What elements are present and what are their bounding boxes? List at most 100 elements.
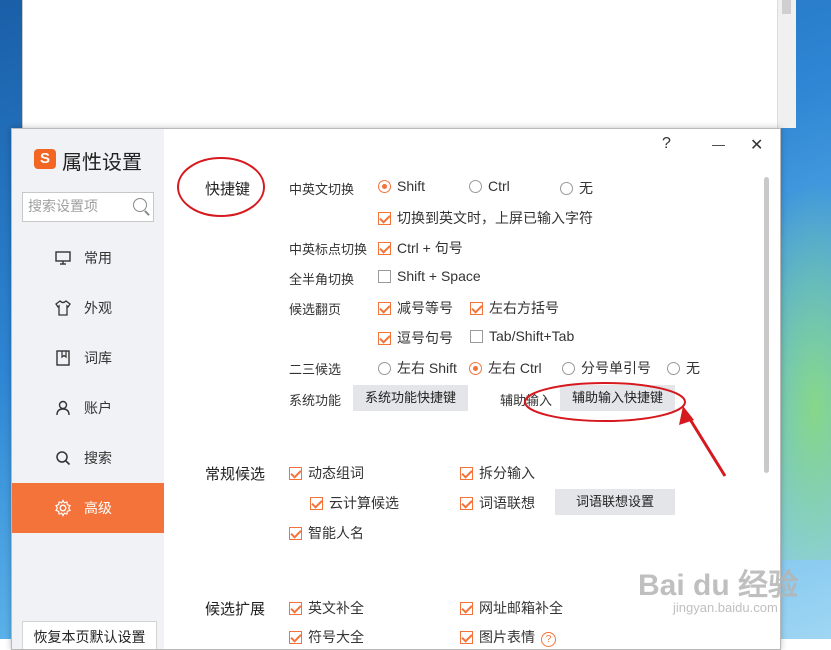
monitor-icon: [55, 251, 71, 265]
system-function-label: 系统功能: [289, 393, 342, 408]
checkbox-checked-icon: [460, 602, 473, 615]
tshirt-icon: [55, 300, 71, 316]
checkbox-icon: [378, 270, 391, 283]
sidebar-item-label: 外观: [84, 300, 112, 316]
option-label: 左右方括号: [489, 300, 559, 316]
minus-equal-checkbox[interactable]: 减号等号: [378, 298, 453, 318]
option-label: Tab/Shift+Tab: [489, 328, 575, 344]
checkbox-checked-icon: [378, 212, 391, 225]
option-label: 动态组词: [308, 465, 364, 481]
minimize-button[interactable]: —: [712, 137, 725, 152]
second-third-none-radio[interactable]: 无: [667, 358, 700, 378]
background-window-scrollbar[interactable]: [777, 0, 796, 128]
page-flip-label: 候选翻页: [289, 302, 342, 317]
search-settings-box[interactable]: [22, 192, 154, 222]
option-label: 智能人名: [308, 525, 364, 541]
commit-on-switch-checkbox[interactable]: 切换到英文时，上屏已输入字符: [378, 208, 593, 228]
candidates-section-title: 常规候选: [205, 466, 266, 483]
option-label: 英文补全: [308, 600, 364, 616]
dynamic-word-checkbox[interactable]: 动态组词: [289, 463, 364, 483]
system-hotkeys-button[interactable]: 系统功能快捷键: [353, 385, 469, 411]
option-label: 左右 Shift: [397, 360, 457, 376]
checkbox-icon: [470, 330, 483, 343]
cloud-candidate-checkbox[interactable]: 云计算候选: [310, 493, 399, 513]
option-label: Shift: [397, 178, 426, 194]
option-label: 云计算候选: [329, 495, 399, 511]
option-label: 网址邮箱补全: [479, 600, 563, 616]
sidebar-item-dictionary[interactable]: 词库: [12, 333, 164, 383]
search-settings-input[interactable]: [23, 193, 128, 219]
checkbox-checked-icon: [289, 527, 302, 540]
help-question-icon[interactable]: ?: [541, 632, 556, 647]
option-label: 切换到英文时，上屏已输入字符: [397, 210, 593, 226]
sidebar-item-account[interactable]: 账户: [12, 383, 164, 433]
expansion-section-title: 候选扩展: [205, 601, 266, 618]
semicolon-quote-radio[interactable]: 分号单引号: [562, 358, 651, 378]
search-icon[interactable]: [133, 198, 147, 212]
option-label: 减号等号: [397, 300, 453, 316]
radio-icon: [378, 362, 391, 375]
search-icon: [56, 451, 71, 466]
option-label: Ctrl: [488, 178, 510, 194]
radio-selected-icon: [469, 362, 482, 375]
radio-icon: [469, 180, 482, 193]
radio-icon: [667, 362, 680, 375]
background-scroll-thumb[interactable]: [782, 0, 791, 14]
background-window: [22, 0, 796, 128]
checkbox-checked-icon: [460, 631, 473, 644]
brackets-checkbox[interactable]: 左右方括号: [470, 298, 559, 318]
restore-defaults-button[interactable]: 恢复本页默认设置: [22, 621, 157, 649]
fullwidth-switch-label: 全半角切换: [289, 272, 355, 287]
left-right-ctrl-radio[interactable]: 左右 Ctrl: [469, 358, 542, 378]
option-label: 符号大全: [308, 629, 364, 645]
option-label: 分号单引号: [581, 360, 651, 376]
option-label: 无: [579, 180, 593, 196]
assist-hotkeys-button[interactable]: 辅助输入快捷键: [560, 385, 676, 411]
option-label: 拆分输入: [479, 465, 535, 481]
sidebar-item-search[interactable]: 搜索: [12, 433, 164, 483]
sidebar-item-common[interactable]: 常用: [12, 233, 164, 283]
checkbox-checked-icon: [289, 602, 302, 615]
option-label: 逗号句号: [397, 330, 453, 346]
shift-space-checkbox[interactable]: Shift + Space: [378, 268, 481, 284]
cn-en-ctrl-radio[interactable]: Ctrl: [469, 178, 510, 194]
sogou-logo-icon: S: [34, 149, 56, 169]
radio-icon: [560, 182, 573, 195]
sidebar-item-advanced[interactable]: 高级: [12, 483, 164, 533]
url-email-complete-checkbox[interactable]: 网址邮箱补全: [460, 598, 563, 618]
sidebar-item-appearance[interactable]: 外观: [12, 283, 164, 333]
content-scrollbar[interactable]: [764, 177, 769, 473]
sidebar-item-label: 词库: [84, 350, 112, 366]
checkbox-checked-icon: [378, 242, 391, 255]
cn-en-none-radio[interactable]: 无: [560, 178, 593, 198]
sidebar-item-label: 常用: [84, 250, 112, 266]
image-emoji-checkbox[interactable]: 图片表情?: [460, 627, 556, 647]
book-icon: [56, 350, 70, 366]
option-label: 词语联想: [479, 495, 535, 511]
word-assoc-settings-button[interactable]: 词语联想设置: [555, 489, 675, 515]
cn-en-switch-label: 中英文切换: [289, 182, 355, 197]
radio-icon: [562, 362, 575, 375]
option-label: Shift + Space: [397, 268, 481, 284]
english-complete-checkbox[interactable]: 英文补全: [289, 598, 364, 618]
symbol-collection-checkbox[interactable]: 符号大全: [289, 627, 364, 647]
option-label: 无: [686, 360, 700, 376]
smart-name-checkbox[interactable]: 智能人名: [289, 523, 364, 543]
cn-en-shift-radio[interactable]: Shift: [378, 178, 425, 194]
sidebar: S 属性设置 常用 外观 词库 账户 搜索 高级 恢复: [12, 129, 164, 649]
help-button[interactable]: ?: [662, 135, 671, 153]
tab-shift-tab-checkbox[interactable]: Tab/Shift+Tab: [470, 328, 574, 344]
ctrl-period-checkbox[interactable]: Ctrl + 句号: [378, 238, 463, 258]
baidu-watermark: Bai du 经验: [638, 569, 799, 602]
comma-period-checkbox[interactable]: 逗号句号: [378, 328, 453, 348]
checkbox-checked-icon: [289, 631, 302, 644]
user-icon: [56, 400, 70, 416]
option-label: 图片表情: [479, 629, 535, 645]
close-button[interactable]: ✕: [750, 135, 763, 155]
word-assoc-checkbox[interactable]: 词语联想: [460, 493, 535, 513]
punct-switch-label: 中英标点切换: [289, 242, 368, 257]
sidebar-item-label: 搜索: [84, 450, 112, 466]
left-right-shift-radio[interactable]: 左右 Shift: [378, 358, 457, 378]
split-input-checkbox[interactable]: 拆分输入: [460, 463, 535, 483]
checkbox-checked-icon: [378, 332, 391, 345]
